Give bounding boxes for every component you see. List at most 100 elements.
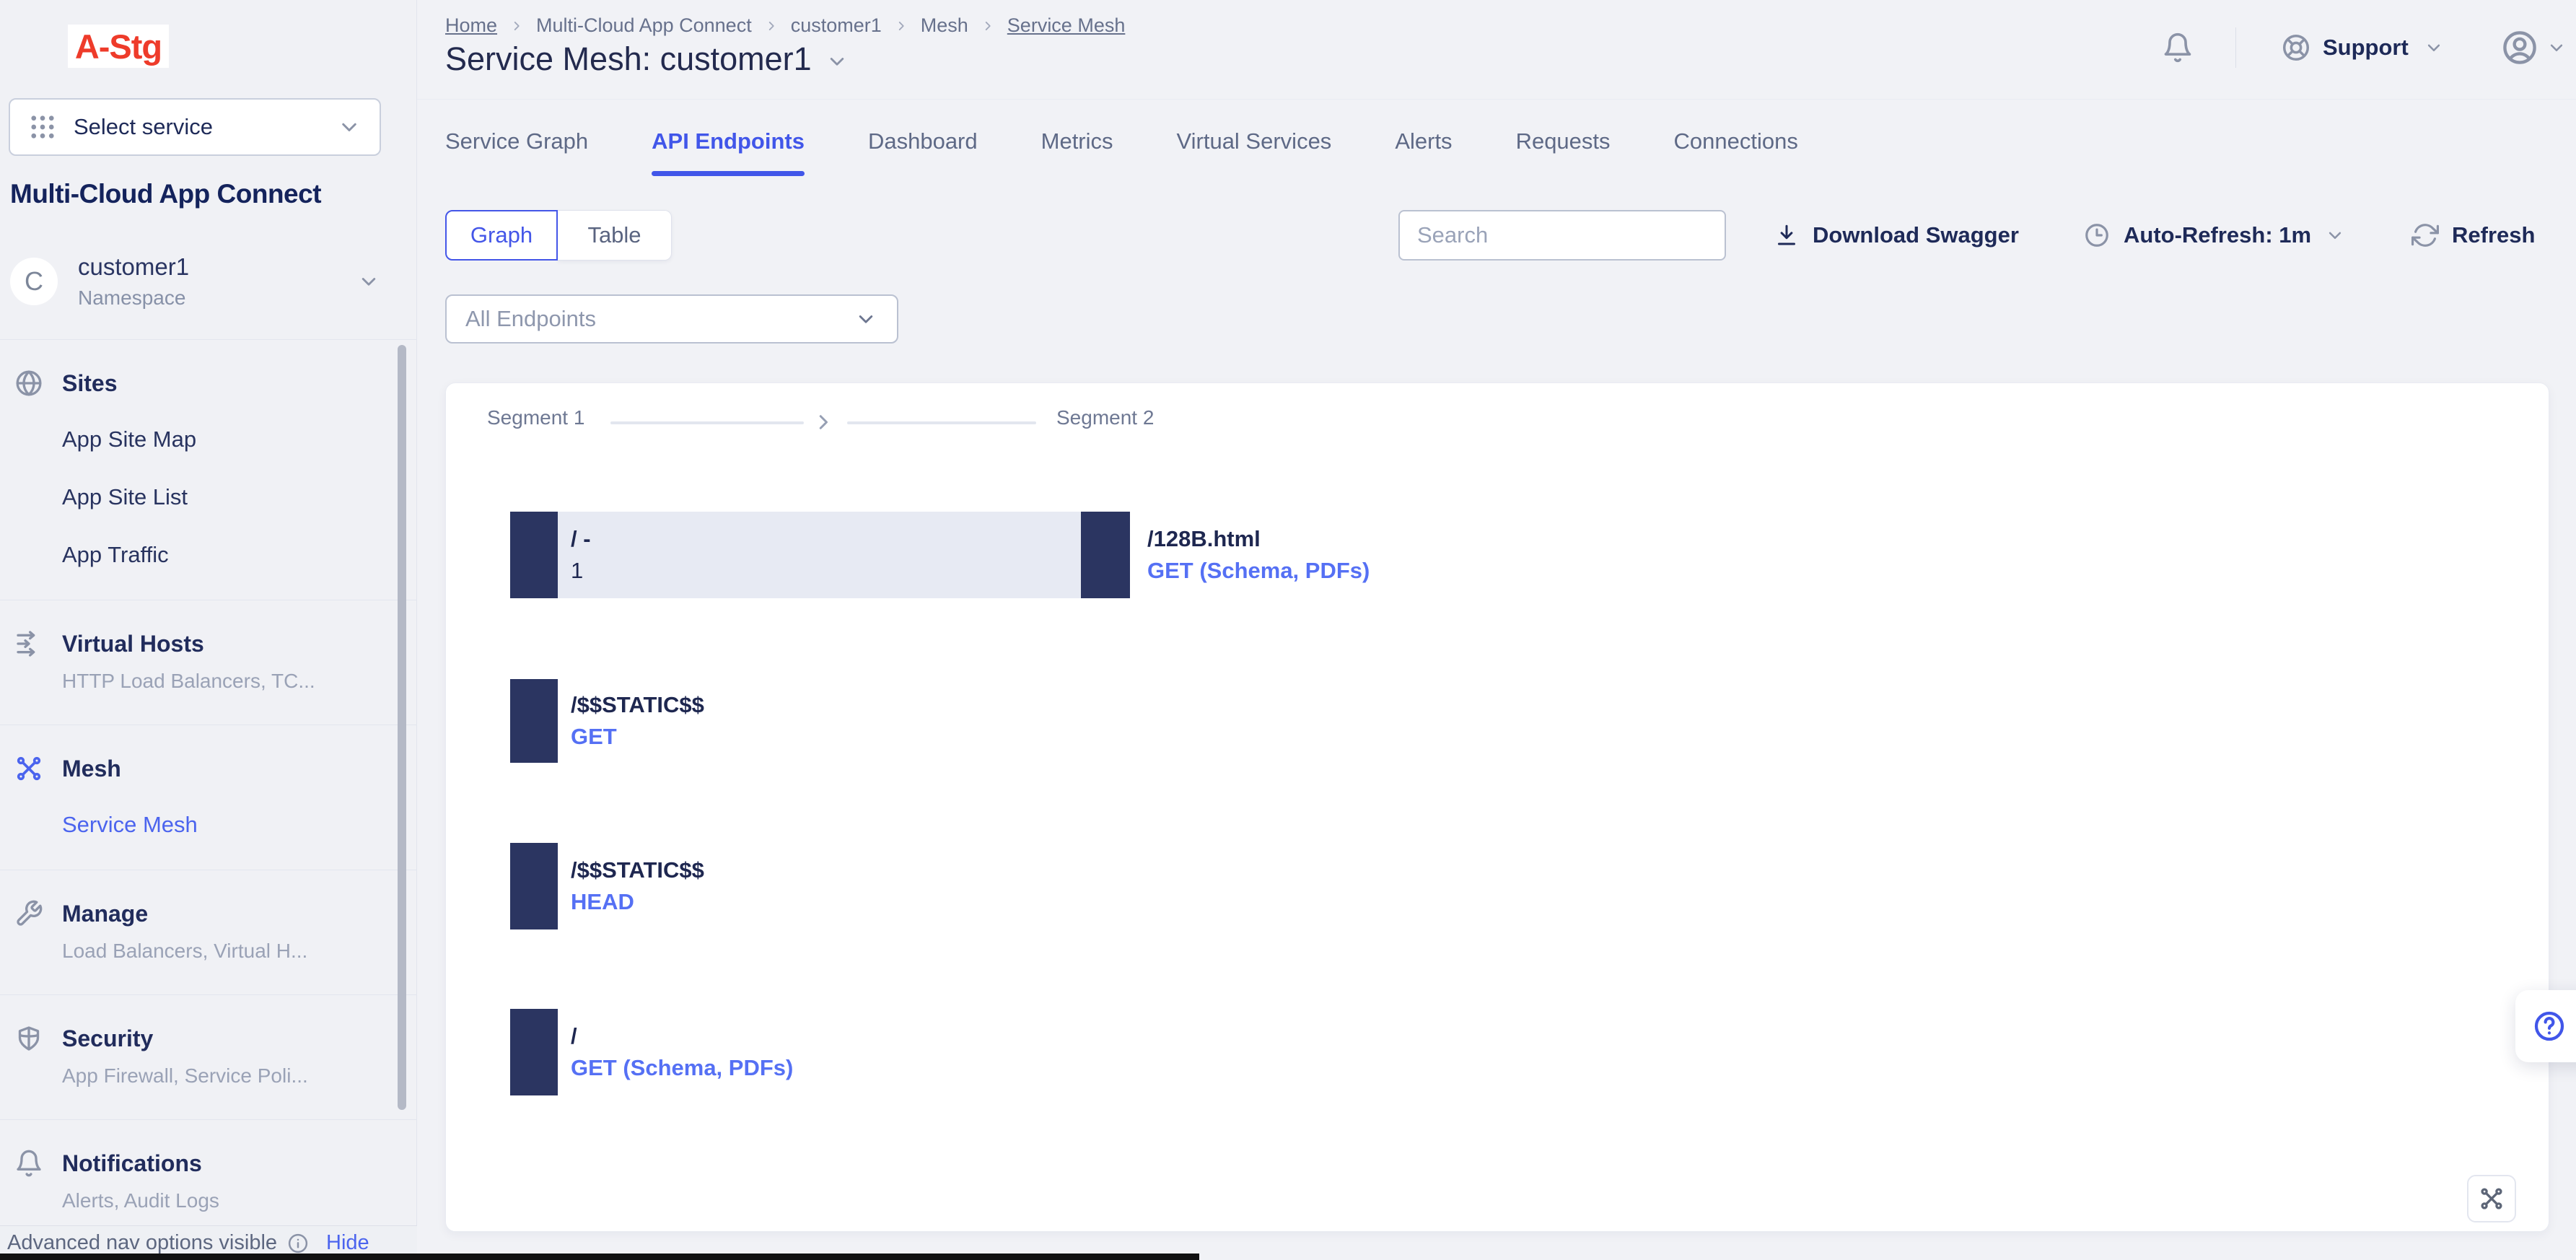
download-swagger-button[interactable]: Download Swagger <box>1774 210 2019 261</box>
sidebar-section-label: Security <box>62 1025 153 1052</box>
endpoint-method-link[interactable]: GET (Schema, PDFs) <box>1147 558 1370 584</box>
chevron-down-icon <box>854 307 878 331</box>
endpoint-path: /128B.html <box>1147 526 1370 552</box>
sidebar-section-label: Virtual Hosts <box>62 631 204 657</box>
namespace-switcher[interactable]: C customer1 Namespace <box>10 248 400 315</box>
account-menu[interactable] <box>2501 29 2567 66</box>
page-tabs: Service Graph API Endpoints Dashboard Me… <box>445 128 1798 176</box>
segment-1-label: Segment 1 <box>487 406 584 429</box>
chevron-right-icon <box>763 18 779 34</box>
endpoint-label: /128B.html GET (Schema, PDFs) <box>1147 512 1370 598</box>
select-service-label: Select service <box>74 114 213 140</box>
chevron-right-icon <box>980 18 996 34</box>
sidebar-section-label: Sites <box>62 370 117 397</box>
sidebar-item-security[interactable]: Security <box>0 1018 417 1053</box>
endpoint-node[interactable] <box>510 843 558 929</box>
source-node[interactable] <box>510 512 558 598</box>
sidebar-item-service-mesh[interactable]: Service Mesh <box>62 812 417 838</box>
endpoint-label: / GET (Schema, PDFs) <box>571 1009 793 1095</box>
help-widget[interactable] <box>2515 990 2576 1062</box>
brand-logo-text: A-Stg <box>75 27 162 66</box>
support-menu[interactable]: Support <box>2281 32 2445 63</box>
breadcrumb-multi-cloud-app-connect[interactable]: Multi-Cloud App Connect <box>536 14 752 37</box>
sidebar-section-subtitle: Load Balancers, Virtual H... <box>62 940 417 963</box>
auto-refresh-dropdown[interactable]: Auto-Refresh: 1m <box>2083 210 2346 261</box>
breadcrumb-customer1[interactable]: customer1 <box>791 14 882 37</box>
advanced-nav-status: Advanced nav options visible <box>7 1231 277 1255</box>
graph-view-button[interactable]: Graph <box>445 210 558 261</box>
refresh-button[interactable]: Refresh <box>2411 210 2535 261</box>
endpoint-path: /$$STATIC$$ <box>571 857 704 883</box>
endpoint-node[interactable] <box>510 679 558 763</box>
mesh-layout-icon <box>2479 1186 2505 1212</box>
sidebar-item-app-site-map[interactable]: App Site Map <box>62 426 417 452</box>
chevron-right-icon <box>810 409 836 435</box>
bell-icon[interactable] <box>2162 32 2194 64</box>
refresh-icon <box>2411 222 2439 249</box>
breadcrumb-service-mesh[interactable]: Service Mesh <box>1007 14 1126 37</box>
tab-virtual-services[interactable]: Virtual Services <box>1177 128 1332 176</box>
segment-2-label: Segment 2 <box>1056 406 1154 429</box>
hide-nav-options-link[interactable]: Hide <box>326 1231 369 1255</box>
globe-icon <box>14 369 43 398</box>
sidebar-section-security: Security App Firewall, Service Poli... <box>0 994 417 1119</box>
endpoint-path: / <box>571 1023 793 1049</box>
sidebar-item-notifications[interactable]: Notifications <box>0 1143 417 1178</box>
sidebar-item-app-site-list[interactable]: App Site List <box>62 484 417 510</box>
mesh-icon <box>14 754 43 783</box>
endpoint-method-link[interactable]: GET (Schema, PDFs) <box>571 1055 793 1081</box>
load-balancer-icon <box>14 629 43 658</box>
chevron-down-icon <box>2324 224 2346 246</box>
brand-logo[interactable]: A-Stg <box>68 25 169 68</box>
sidebar-section-mesh: Mesh Service Mesh <box>0 725 417 870</box>
search-input[interactable] <box>1400 211 1725 259</box>
breadcrumb-home[interactable]: Home <box>445 14 497 37</box>
page-title-row[interactable]: Service Mesh: customer1 <box>445 40 849 78</box>
chevron-right-icon <box>893 18 909 34</box>
namespace-name: customer1 <box>78 253 189 281</box>
endpoint-method-link[interactable]: HEAD <box>571 889 704 915</box>
header-actions: Support <box>2162 27 2567 68</box>
tab-metrics[interactable]: Metrics <box>1041 128 1113 176</box>
table-view-button[interactable]: Table <box>558 210 672 261</box>
endpoint-node[interactable] <box>510 1009 558 1095</box>
sidebar-item-virtual-hosts[interactable]: Virtual Hosts <box>0 624 417 658</box>
source-path: / - <box>571 526 591 552</box>
endpoint-row: /$$STATIC$$ HEAD <box>446 843 2550 929</box>
product-title: Multi-Cloud App Connect <box>10 179 321 209</box>
tab-service-graph[interactable]: Service Graph <box>445 128 588 176</box>
breadcrumb-mesh[interactable]: Mesh <box>921 14 968 37</box>
source-count: 1 <box>571 558 591 584</box>
sidebar-item-manage[interactable]: Manage <box>0 893 417 928</box>
sidebar-item-app-traffic[interactable]: App Traffic <box>62 542 417 568</box>
graph-layout-button[interactable] <box>2467 1175 2516 1222</box>
endpoint-label: /$$STATIC$$ HEAD <box>571 843 704 929</box>
flow-band[interactable] <box>558 512 1081 598</box>
sidebar-item-sites[interactable]: Sites <box>0 363 417 398</box>
chevron-right-icon <box>509 18 525 34</box>
tab-api-endpoints[interactable]: API Endpoints <box>652 128 805 176</box>
target-node[interactable] <box>1081 512 1130 598</box>
tab-requests[interactable]: Requests <box>1516 128 1611 176</box>
endpoint-label: /$$STATIC$$ GET <box>571 679 704 763</box>
header-divider-bar <box>2235 27 2236 68</box>
grid-icon <box>27 112 58 142</box>
sidebar-item-mesh[interactable]: Mesh <box>0 748 417 783</box>
refresh-label: Refresh <box>2452 222 2535 248</box>
sidebar-scrollbar[interactable] <box>398 345 406 1110</box>
bell-icon <box>14 1149 43 1178</box>
tab-alerts[interactable]: Alerts <box>1395 128 1452 176</box>
question-icon <box>2533 1010 2566 1043</box>
sidebar-section-label: Notifications <box>62 1150 202 1177</box>
tab-connections[interactable]: Connections <box>1674 128 1798 176</box>
endpoint-row: /$$STATIC$$ GET <box>446 679 2550 763</box>
endpoint-row: / GET (Schema, PDFs) <box>446 1009 2550 1095</box>
tab-dashboard[interactable]: Dashboard <box>868 128 978 176</box>
endpoint-method-link[interactable]: GET <box>571 724 704 750</box>
header-divider <box>417 99 2576 100</box>
select-service-dropdown[interactable]: Select service <box>9 98 381 156</box>
endpoint-filter-dropdown[interactable]: All Endpoints <box>445 294 898 344</box>
wrench-icon <box>14 899 43 928</box>
info-icon <box>287 1233 309 1254</box>
main-content: Home Multi-Cloud App Connect customer1 M… <box>417 0 2576 1260</box>
